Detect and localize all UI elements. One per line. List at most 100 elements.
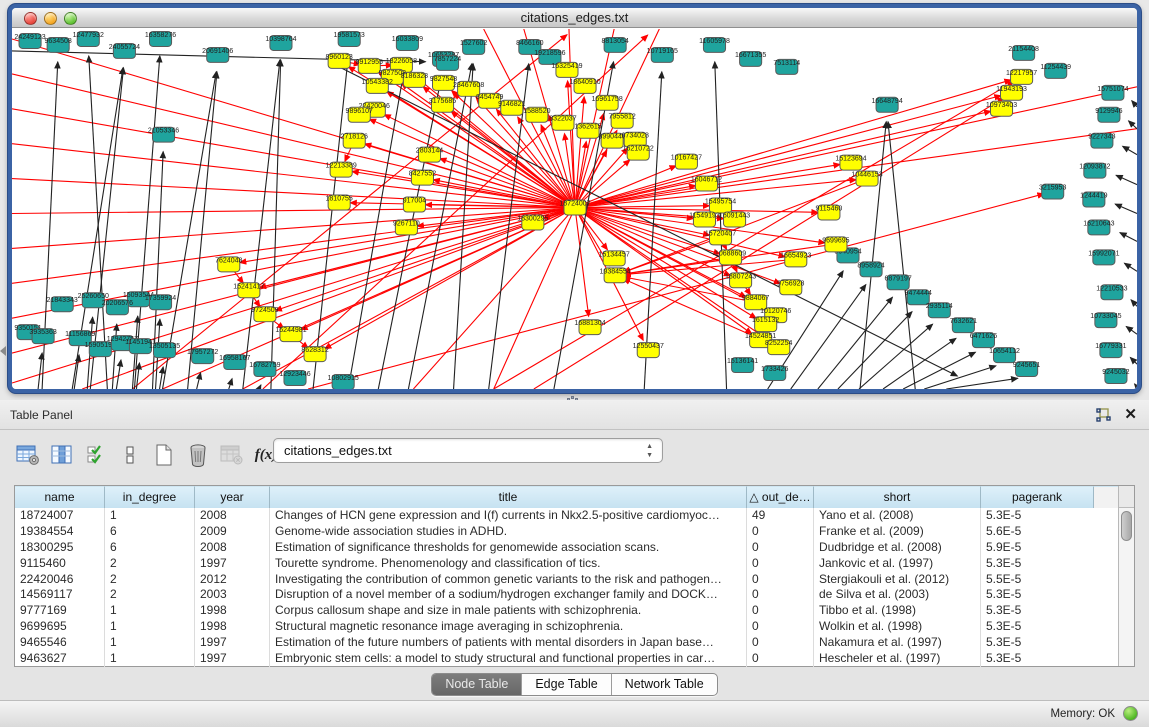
graph-node[interactable]: 10446153 bbox=[851, 171, 882, 186]
table-row[interactable]: 1872400712008Changes of HCN gene express… bbox=[15, 508, 1134, 524]
graph-node[interactable]: 1615132 bbox=[752, 317, 779, 332]
table-row[interactable]: 2242004622012Investigating the contribut… bbox=[15, 572, 1134, 588]
graph-node[interactable]: 12217957 bbox=[1006, 69, 1037, 84]
graph-node[interactable]: 8252254 bbox=[765, 340, 792, 355]
graph-node[interactable]: 12213389 bbox=[326, 162, 357, 177]
column-header-out_de[interactable]: △ out_de… bbox=[747, 486, 814, 508]
column-header-short[interactable]: short bbox=[814, 486, 981, 508]
graph-node[interactable]: 15992071 bbox=[1088, 250, 1119, 265]
close-panel-icon[interactable]: ✕ bbox=[1124, 405, 1137, 423]
graph-node[interactable]: 9896107 bbox=[346, 107, 373, 122]
graph-node[interactable]: 6471626 bbox=[970, 333, 997, 348]
graph-node[interactable]: 12210533 bbox=[1096, 285, 1127, 300]
graph-node[interactable]: 10543382 bbox=[362, 78, 393, 93]
column-header-year[interactable]: year bbox=[195, 486, 270, 508]
graph-node[interactable]: 10802915 bbox=[328, 375, 359, 389]
graph-node[interactable]: 10973403 bbox=[986, 101, 1017, 116]
graph-node[interactable]: 16958167 bbox=[219, 355, 250, 370]
table-row[interactable]: 1830029562008Estimation of significance … bbox=[15, 540, 1134, 556]
network-canvas[interactable]: 2424912396345081247793224055724163582762… bbox=[12, 29, 1137, 389]
tab-node-table[interactable]: Node Table bbox=[432, 674, 522, 695]
graph-node[interactable]: 16881304 bbox=[574, 320, 605, 335]
select-columns-icon[interactable] bbox=[48, 442, 76, 468]
table-row[interactable]: 1938455462009Genome-wide association stu… bbox=[15, 524, 1134, 540]
graph-node[interactable]: 11254439 bbox=[1040, 63, 1071, 78]
graph-node[interactable]: 8628312 bbox=[301, 347, 328, 362]
graph-node[interactable]: 16210643 bbox=[1083, 220, 1114, 235]
column-header-name[interactable]: name bbox=[15, 486, 105, 508]
graph-node[interactable]: 10719165 bbox=[647, 47, 678, 62]
graph-node[interactable]: 8186328 bbox=[401, 72, 428, 87]
graph-node[interactable]: 9245032 bbox=[1102, 369, 1129, 384]
graph-node[interactable]: 19581573 bbox=[334, 31, 365, 46]
graph-node[interactable]: 18807243 bbox=[725, 273, 756, 288]
graph-node[interactable]: 16091443 bbox=[719, 212, 750, 227]
graph-node[interactable]: 1810755 bbox=[325, 195, 352, 210]
graph-node[interactable]: 16210722 bbox=[623, 145, 654, 160]
graph-node[interactable]: 1588520 bbox=[523, 107, 550, 122]
table-row[interactable]: 946554611997Estimation of the future num… bbox=[15, 635, 1134, 651]
graph-node[interactable]: 1244419 bbox=[1080, 192, 1107, 207]
graph-node[interactable]: 11549193 bbox=[689, 212, 720, 227]
graph-node[interactable]: 8322037 bbox=[549, 115, 576, 130]
graph-node[interactable]: 7624048 bbox=[215, 257, 242, 272]
graph-node[interactable]: 7513114 bbox=[773, 59, 800, 74]
graph-node[interactable]: 16782759 bbox=[249, 362, 280, 377]
graph-node[interactable]: 18300295 bbox=[517, 215, 548, 230]
tab-edge-table[interactable]: Edge Table bbox=[522, 674, 611, 695]
float-panel-icon[interactable] bbox=[1096, 408, 1111, 422]
graph-node[interactable]: 16654923 bbox=[780, 252, 811, 267]
graph-node[interactable]: 11943193 bbox=[996, 85, 1027, 100]
graph-node[interactable]: 10688609 bbox=[715, 250, 746, 265]
graph-node[interactable]: 9267110 bbox=[393, 220, 420, 235]
graph-node[interactable]: 6879197 bbox=[884, 275, 911, 290]
table-settings-icon[interactable] bbox=[14, 442, 42, 468]
graph-node[interactable]: 21053346 bbox=[148, 127, 179, 142]
graph-node[interactable]: 12923446 bbox=[279, 371, 310, 386]
table-row[interactable]: 969969511998Structural magnetic resonanc… bbox=[15, 619, 1134, 635]
graph-node[interactable]: 15123694 bbox=[835, 155, 866, 170]
graph-node[interactable]: 16779331 bbox=[1095, 343, 1126, 358]
graph-node[interactable]: 9115460 bbox=[815, 205, 842, 220]
graph-node[interactable]: 13505135 bbox=[149, 343, 180, 358]
graph-node[interactable]: 24249123 bbox=[14, 33, 45, 48]
graph-node[interactable]: 15720407 bbox=[705, 230, 736, 245]
graph-node[interactable]: 10398764 bbox=[265, 35, 296, 50]
graph-node[interactable]: 11605978 bbox=[699, 37, 730, 52]
table-row[interactable]: 911546021997Tourette syndrome. Phenomeno… bbox=[15, 556, 1134, 572]
graph-node[interactable]: 2718126 bbox=[341, 133, 368, 148]
graph-node[interactable]: 9724509 bbox=[251, 307, 278, 322]
graph-node[interactable]: 10654112 bbox=[989, 348, 1020, 363]
graph-node[interactable]: 10167427 bbox=[671, 154, 702, 169]
graph-node[interactable]: 15134457 bbox=[599, 251, 630, 266]
graph-node[interactable]: 3175685 bbox=[429, 97, 456, 112]
graph-node[interactable]: 9227343 bbox=[1088, 133, 1115, 148]
graph-node[interactable]: 15751074 bbox=[1097, 85, 1128, 100]
select-rows-icon[interactable] bbox=[82, 442, 110, 468]
graph-node[interactable]: 17957272 bbox=[187, 349, 218, 364]
graph-node[interactable]: 16671355 bbox=[735, 51, 766, 66]
column-header-in_degree[interactable]: in_degree bbox=[105, 486, 195, 508]
new-table-icon[interactable] bbox=[150, 442, 178, 468]
graph-node[interactable]: 16046712 bbox=[691, 176, 722, 191]
graph-node[interactable]: 16648794 bbox=[871, 97, 902, 112]
graph-node[interactable]: 15241417 bbox=[233, 283, 264, 298]
graph-node[interactable]: 9756928 bbox=[777, 280, 804, 295]
graph-node[interactable]: 1733426 bbox=[761, 366, 788, 381]
graph-node[interactable]: 1527602 bbox=[460, 39, 487, 54]
graph-node[interactable]: 20206576 bbox=[102, 300, 133, 315]
graph-node[interactable]: 12550437 bbox=[633, 343, 664, 358]
graph-node[interactable]: 9146821 bbox=[498, 100, 525, 115]
graph-node[interactable]: 15495754 bbox=[705, 198, 736, 213]
graph-node[interactable]: 2803144 bbox=[416, 147, 443, 162]
graph-node[interactable]: 7632621 bbox=[950, 318, 977, 333]
graph-node[interactable]: 8813054 bbox=[601, 37, 628, 52]
graph-node[interactable]: 21154408 bbox=[1008, 45, 1039, 60]
window-titlebar[interactable]: citations_edges.txt bbox=[12, 8, 1137, 28]
graph-node[interactable]: 7955812 bbox=[608, 113, 635, 128]
scrollbar-thumb[interactable] bbox=[1121, 511, 1132, 541]
graph-node[interactable]: 2935114 bbox=[926, 303, 953, 318]
graph-node[interactable]: 3215953 bbox=[1039, 184, 1066, 199]
graph-node[interactable]: 17359924 bbox=[145, 295, 176, 310]
table-row[interactable]: 1456911722003Disruption of a novel membe… bbox=[15, 587, 1134, 603]
